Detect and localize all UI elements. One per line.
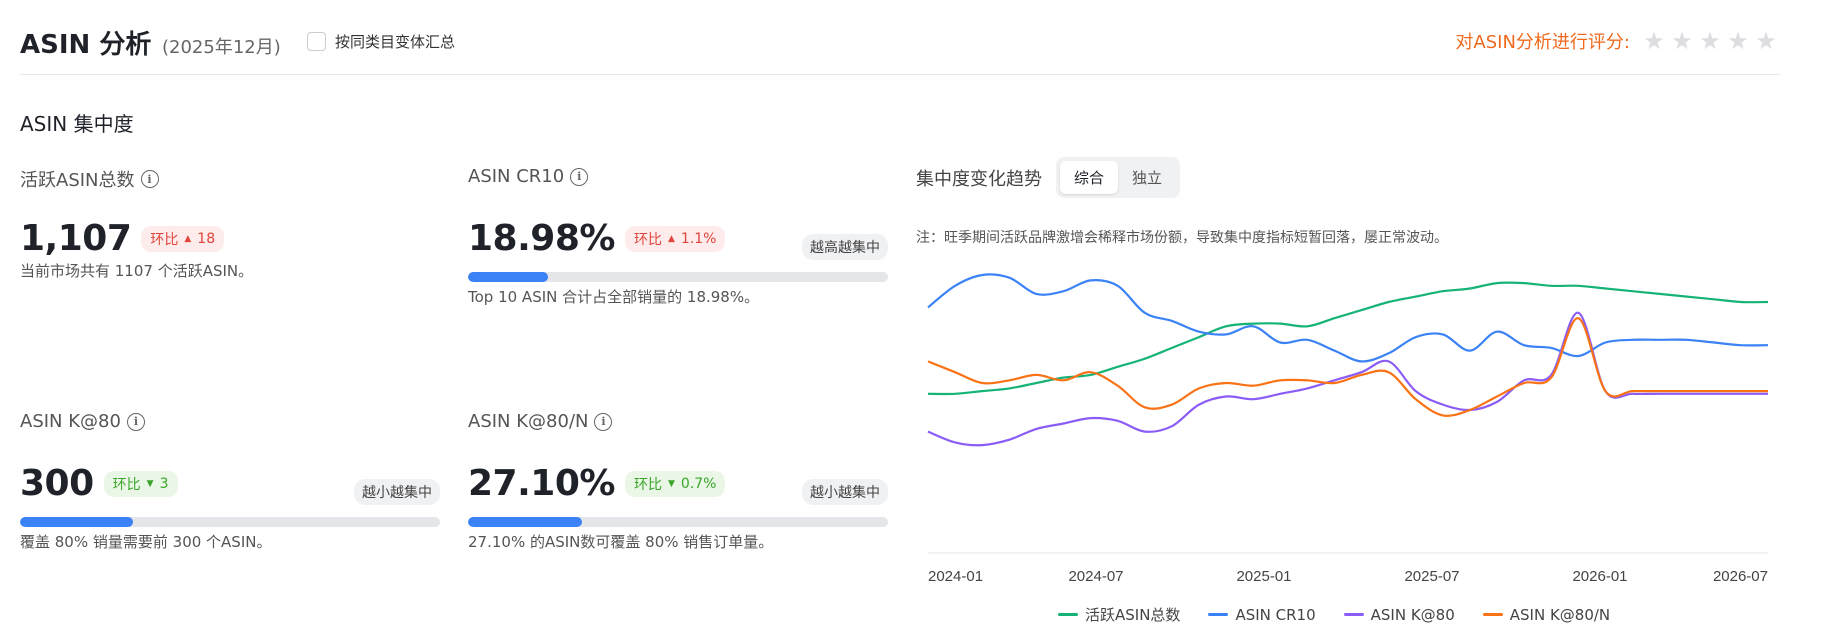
rating-label: 对ASIN分析进行评分: [1455,32,1630,53]
metric-row: 18.98% 环比 ▲ 1.1% [468,218,726,259]
metric-desc: 当前市场共有 1107 个活跃ASIN。 [20,262,254,280]
trend-title: 集中度变化趋势 [916,168,1042,190]
legend-swatch [1208,613,1229,616]
arrow-down-icon: ▼ [667,478,675,489]
metric-value: 27.10% [468,463,615,504]
info-icon[interactable]: i [126,412,145,431]
metric-label-text: ASIN CR10 [468,166,565,187]
page-title: ASIN 分析 [20,30,152,60]
group-variants-label: 按同类目变体汇总 [335,33,456,51]
legend-label: ASIN K@80/N [1509,605,1611,624]
change-badge: 环比 ▲ 18 [141,225,225,252]
metric-label: ASIN K@80/N i [468,411,888,432]
metric-value: 1,107 [20,218,132,259]
group-variants-checkbox[interactable]: 按同类目变体汇总 [307,31,455,52]
section-title: ASIN 集中度 [20,112,134,136]
view-toggle: 综合 独立 [1056,157,1181,198]
x-tick-label: 2024-07 [1068,568,1123,585]
legend-item[interactable]: ASIN K@80/N [1482,604,1611,625]
star-icon[interactable]: ★ [1668,29,1696,53]
checkbox-box[interactable] [307,32,326,51]
legend-item[interactable]: 活跃ASIN总数 [1058,604,1180,625]
change-value: 1.1% [680,230,717,247]
legend-swatch [1058,613,1078,616]
change-value: 18 [197,230,216,247]
metric-value: 300 [20,463,94,504]
legend-label: ASIN CR10 [1235,605,1316,624]
metric-label-text: ASIN K@80 [20,411,121,432]
legend-swatch [1482,613,1503,616]
card-active-asin: 活跃ASIN总数 i 1,107 环比 ▲ 18 当前市场共有 1107 个活跃… [20,166,440,296]
arrow-up-icon: ▲ [184,233,192,244]
x-tick-label: 2026-01 [1572,568,1627,585]
change-label: 环比 [150,231,179,248]
star-icon[interactable]: ★ [1752,29,1780,53]
rating-widget: 对ASIN分析进行评分: ★ ★ ★ ★ ★ [1455,28,1780,54]
tag-hint: 越小越集中 [802,479,888,505]
progress-fill [468,272,548,282]
trend-header: 集中度变化趋势 综合 独立 [916,157,1181,198]
change-value: 3 [159,475,169,492]
info-icon[interactable]: i [140,170,159,188]
card-asin-k80n: ASIN K@80/N i 27.10% 环比 ▼ 0.7% 越小越集中 27.… [468,411,888,561]
series-layer [927,273,1769,447]
legend-label: ASIN K@80 [1370,605,1455,624]
progress-track [468,272,888,282]
tab-combined[interactable]: 综合 [1060,161,1119,194]
change-label: 环比 [633,476,662,493]
progress-track [20,517,440,527]
card-asin-cr10: ASIN CR10 i 18.98% 环比 ▲ 1.1% 越高越集中 Top 1… [468,166,888,316]
tab-independent[interactable]: 独立 [1118,161,1176,194]
metric-row: 1,107 环比 ▲ 18 [20,218,225,259]
metric-desc: Top 10 ASIN 合计占全部销量的 18.98%。 [468,288,760,306]
progress-track [468,517,888,527]
metric-label-text: ASIN K@80/N [468,411,589,432]
star-icon[interactable]: ★ [1724,29,1752,53]
change-label: 环比 [633,231,662,248]
info-icon[interactable]: i [594,412,613,431]
chart-legend: 活跃ASIN总数 ASIN CR10 ASIN K@80 ASIN K@80/N [1058,604,1638,625]
metric-label: ASIN CR10 i [468,166,888,187]
change-badge: 环比 ▼ 3 [103,470,178,497]
change-label: 环比 [112,476,141,493]
metric-label: 活跃ASIN总数 i [20,166,440,192]
star-icon[interactable]: ★ [1640,29,1668,53]
tick-layer: 2024-01 2024-07 2025-01 2025-07 2026-01 2026-… [928,568,1768,585]
change-badge: 环比 ▼ 0.7% [624,470,726,497]
metric-value: 18.98% [468,218,615,259]
legend-item[interactable]: ASIN K@80 [1343,604,1455,625]
star-icon[interactable]: ★ [1696,29,1724,53]
metric-desc: 覆盖 80% 销量需要前 300 个ASIN。 [20,533,272,551]
trend-chart: 2024-01 2024-07 2025-01 2025-07 2026-01 2026-… [927,273,1769,585]
x-tick-label: 2025-07 [1404,568,1459,585]
legend-item[interactable]: ASIN CR10 [1208,604,1316,625]
tag-hint: 越小越集中 [354,479,440,505]
tag-hint: 越高越集中 [802,234,888,260]
arrow-up-icon: ▲ [667,233,675,244]
page-header: ASIN 分析 (2025年12月) 按同类目变体汇总 对ASIN分析进行评分:… [20,0,1780,75]
progress-fill [20,517,134,527]
x-tick-label: 2025-01 [1236,568,1291,585]
series-line-1[interactable] [927,273,1769,363]
card-asin-k80: ASIN K@80 i 300 环比 ▼ 3 越小越集中 覆盖 80% 销量需要… [20,411,440,561]
x-tick-label: 2024-01 [928,568,983,585]
metric-row: 300 环比 ▼ 3 [20,463,178,504]
x-tick-label: 2026-07 [1713,568,1768,585]
progress-fill [468,517,582,527]
change-value: 0.7% [680,475,717,492]
period-label: (2025年12月) [162,37,281,58]
info-icon[interactable]: i [570,167,589,186]
legend-label: 活跃ASIN总数 [1085,606,1181,624]
arrow-down-icon: ▼ [146,478,154,489]
legend-swatch [1343,613,1364,616]
change-badge: 环比 ▲ 1.1% [624,225,726,252]
metric-label-text: 活跃ASIN总数 [20,170,135,191]
series-line-3[interactable] [927,317,1768,417]
metric-row: 27.10% 环比 ▼ 0.7% [468,463,726,504]
metric-label: ASIN K@80 i [20,411,440,432]
metric-desc: 27.10% 的ASIN数可覆盖 80% 销售订单量。 [468,533,774,551]
trend-note: 注：旺季期间活跃品牌激增会稀释市场份额，导致集中度指标短暂回落，屡正常波动。 [916,230,1448,246]
